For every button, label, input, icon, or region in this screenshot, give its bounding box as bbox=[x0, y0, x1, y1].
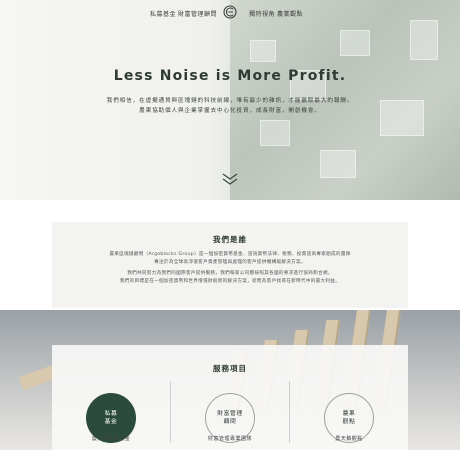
nav-link-private-fund[interactable]: 私募基金 bbox=[150, 9, 176, 18]
service-circle-label: 農果 觀點 bbox=[342, 411, 356, 425]
hero-subtitle-line: 我們相信，在虛擬通貨與區塊鏈的科技前線，唯有最少的雜訊，才能贏取最大的報酬。 bbox=[106, 98, 354, 104]
service-caption: 財富管理專業團隊 bbox=[207, 436, 252, 442]
hero-title: Less Noise is More Profit. bbox=[113, 68, 347, 84]
nav-link-unique-perspective[interactable]: 獨特視角 bbox=[249, 9, 275, 18]
service-card-viewpoint: 農果 觀點 農天鵝觀點 bbox=[290, 381, 408, 450]
service-caption: 農天鵝私募基金 bbox=[91, 436, 131, 442]
service-caption: 農天鵝觀點 bbox=[335, 436, 363, 442]
hero-subtitle-line: 農果協助個人與企業掌握去中心化投資，成長財富，開創機會。 bbox=[139, 108, 321, 114]
about-paragraph-line: 我們共同努力為我們的國際客戶提供服務，我們每家公司都按照其各國的要求進行協商和合… bbox=[127, 271, 333, 276]
nav-link-wealth-advisor[interactable]: 財富管理顧問 bbox=[178, 9, 217, 18]
service-card-wealth-advisor: 財富管理 顧問 財富管理專業團隊 bbox=[171, 381, 289, 450]
hero-section: 私募基金 財富管理顧問 獨特視角 農業觀點 Less Noise is More… bbox=[0, 0, 460, 200]
nav-link-agri-viewpoint[interactable]: 農業觀點 bbox=[277, 9, 303, 18]
about-paragraph-line: 專注於為全球高淨值客戶資產管理與處理的客戶提供機構級解決方案。 bbox=[154, 260, 306, 265]
service-circle-label: 財富管理 顧問 bbox=[217, 411, 243, 425]
brand-logo-icon[interactable] bbox=[223, 4, 237, 20]
services-section: 服務項目 私募 基金 農天鵝私募基金 財富管理 顧問 財富管理專業團隊 農果 觀… bbox=[52, 345, 408, 450]
about-title: 我們是誰 bbox=[213, 235, 247, 244]
decor-cube bbox=[260, 120, 290, 146]
about-paragraph-line: 我們的目標是在一個加密貨幣和世界增值財創新的解決方案，從而為客戶找尋在新時代中的… bbox=[119, 279, 341, 284]
top-navigation: 私募基金 財富管理顧問 獨特視角 農業觀點 bbox=[0, 0, 460, 28]
decor-cube bbox=[340, 30, 370, 56]
decor-cube bbox=[320, 150, 356, 178]
about-paragraph-line: 農果區塊鏈顧問（Argoblocks Group）是一個加密貨幣基金、諮詢貨幣法… bbox=[109, 252, 351, 257]
decor-cube bbox=[250, 40, 276, 62]
service-circle-label: 私募 基金 bbox=[104, 411, 118, 425]
services-title: 服務項目 bbox=[213, 364, 247, 373]
service-card-private-fund: 私募 基金 農天鵝私募基金 bbox=[52, 381, 170, 450]
about-section: 我們是誰 農果區塊鏈顧問（Argoblocks Group）是一個加密貨幣基金、… bbox=[52, 222, 408, 308]
scroll-down-chevron-icon[interactable] bbox=[222, 172, 238, 186]
